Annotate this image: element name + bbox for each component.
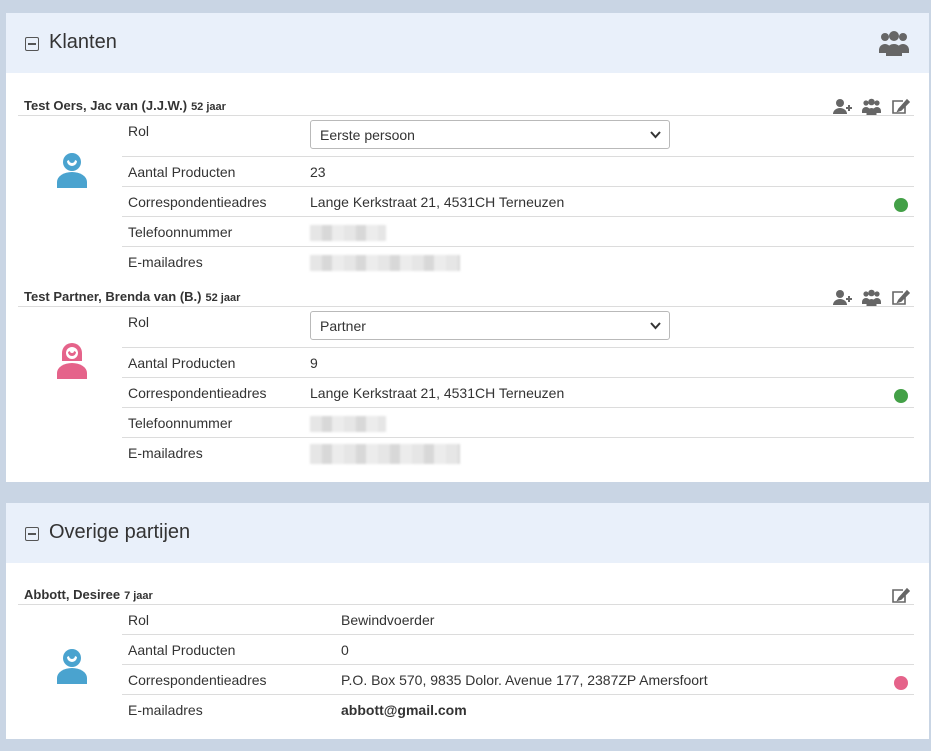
person-name-text: Abbott, Desiree <box>24 587 121 602</box>
chevron-down-icon <box>650 131 661 139</box>
row-aantal-producten: Aantal Producten 0 <box>122 635 914 665</box>
label-rol: Rol <box>128 123 150 139</box>
person-header: Abbott, Desiree 7 jaar <box>18 575 914 605</box>
person-name-text: Test Partner, Brenda van (B.) <box>24 289 202 304</box>
label-aantal-producten: Aantal Producten <box>128 642 236 658</box>
klanten-panel: Klanten Test Oers, Jac van (J.J.W.) 52 ja… <box>6 13 929 482</box>
add-user-icon[interactable] <box>833 98 852 115</box>
value-aantal-producten: 9 <box>310 355 318 371</box>
collapse-minus-icon[interactable] <box>25 37 39 51</box>
overige-partijen-panel: Overige partijen Abbott, Desiree 7 jaar R… <box>6 503 929 739</box>
row-rol: Rol Partner <box>122 307 914 348</box>
value-rol: Bewindvoerder <box>341 612 435 628</box>
value-correspondentieadres: Lange Kerkstraat 21, 4531CH Terneuzen <box>310 385 565 401</box>
person-actions <box>833 98 910 115</box>
edit-icon[interactable] <box>891 289 910 306</box>
value-aantal-producten: 23 <box>310 164 326 180</box>
person-age: 7 jaar <box>124 590 153 602</box>
person-age: 52 jaar <box>191 101 226 113</box>
person-card: Test Partner, Brenda van (B.) 52 jaar Rol… <box>18 277 914 464</box>
edit-icon[interactable] <box>891 98 910 115</box>
person-name: Test Partner, Brenda van (B.) 52 jaar <box>24 289 240 304</box>
status-dot <box>894 676 908 690</box>
person-actions <box>891 587 910 604</box>
row-correspondentieadres: Correspondentieadres Lange Kerkstraat 21… <box>122 187 914 217</box>
person-header: Test Partner, Brenda van (B.) 52 jaar <box>18 277 914 307</box>
panel-title: Klanten <box>49 31 117 53</box>
avatar-male-icon <box>57 153 87 188</box>
rol-select[interactable]: Partner <box>310 311 670 340</box>
label-telefoonnummer: Telefoonnummer <box>128 224 233 240</box>
rol-select-value: Eerste persoon <box>320 127 415 143</box>
klanten-panel-header[interactable]: Klanten <box>6 13 929 73</box>
label-aantal-producten: Aantal Producten <box>128 164 236 180</box>
redacted-email <box>310 255 460 271</box>
person-details: Rol Bewindvoerder Aantal Producten 0 Cor… <box>122 605 914 725</box>
person-age: 52 jaar <box>205 292 241 304</box>
status-dot <box>894 389 908 403</box>
panel-title: Overige partijen <box>49 521 191 543</box>
row-aantal-producten: Aantal Producten 23 <box>122 157 914 187</box>
chevron-down-icon <box>650 322 661 330</box>
value-aantal-producten: 0 <box>341 642 349 658</box>
status-dot <box>894 198 908 212</box>
label-correspondentieadres: Correspondentieadres <box>128 672 267 688</box>
redacted-phone <box>310 225 386 241</box>
person-card: Abbott, Desiree 7 jaar Rol Bewindvoerder … <box>18 575 914 718</box>
row-emailadres: E-mailadres <box>122 247 914 277</box>
users-group-icon[interactable] <box>862 289 881 306</box>
rol-select-value: Partner <box>320 318 366 334</box>
redacted-phone <box>310 416 386 432</box>
row-telefoonnummer: Telefoonnummer <box>122 408 914 438</box>
label-emailadres: E-mailadres <box>128 254 203 270</box>
label-aantal-producten: Aantal Producten <box>128 355 236 371</box>
value-correspondentieadres: P.O. Box 570, 9835 Dolor. Avenue 177, 23… <box>341 672 708 688</box>
label-emailadres: E-mailadres <box>128 445 203 461</box>
row-correspondentieadres: Correspondentieadres Lange Kerkstraat 21… <box>122 378 914 408</box>
person-actions <box>833 289 910 306</box>
label-rol: Rol <box>128 612 150 628</box>
redacted-email <box>310 444 460 464</box>
person-name: Test Oers, Jac van (J.J.W.) 52 jaar <box>24 98 226 113</box>
row-aantal-producten: Aantal Producten 9 <box>122 348 914 378</box>
edit-icon[interactable] <box>891 587 910 604</box>
users-group-icon[interactable] <box>862 98 881 115</box>
person-name-text: Test Oers, Jac van (J.J.W.) <box>24 98 188 113</box>
value-correspondentieadres: Lange Kerkstraat 21, 4531CH Terneuzen <box>310 194 565 210</box>
rol-select[interactable]: Eerste persoon <box>310 120 670 149</box>
avatar-female-icon <box>57 343 87 379</box>
row-rol: Rol Eerste persoon <box>122 116 914 157</box>
row-emailadres: E-mailadres abbott@gmail.com <box>122 695 914 725</box>
row-emailadres: E-mailadres <box>122 438 914 468</box>
label-correspondentieadres: Correspondentieadres <box>128 194 267 210</box>
person-details: Rol Eerste persoon Aantal Producten 23 C… <box>122 116 914 277</box>
value-emailadres[interactable]: abbott@gmail.com <box>341 702 467 718</box>
users-group-icon <box>879 31 909 56</box>
person-details: Rol Partner Aantal Producten 9 Correspon… <box>122 307 914 468</box>
row-rol: Rol Bewindvoerder <box>122 605 914 635</box>
person-card: Test Oers, Jac van (J.J.W.) 52 jaar Rol E… <box>18 86 914 271</box>
label-emailadres: E-mailadres <box>128 702 203 718</box>
avatar-male-icon <box>57 649 87 684</box>
label-correspondentieadres: Correspondentieadres <box>128 385 267 401</box>
label-telefoonnummer: Telefoonnummer <box>128 415 233 431</box>
add-user-icon[interactable] <box>833 289 852 306</box>
collapse-minus-icon[interactable] <box>25 527 39 541</box>
person-name: Abbott, Desiree 7 jaar <box>24 587 153 602</box>
row-telefoonnummer: Telefoonnummer <box>122 217 914 247</box>
label-rol: Rol <box>128 314 150 330</box>
overige-partijen-panel-header[interactable]: Overige partijen <box>6 503 929 563</box>
person-header: Test Oers, Jac van (J.J.W.) 52 jaar <box>18 86 914 116</box>
row-correspondentieadres: Correspondentieadres P.O. Box 570, 9835 … <box>122 665 914 695</box>
